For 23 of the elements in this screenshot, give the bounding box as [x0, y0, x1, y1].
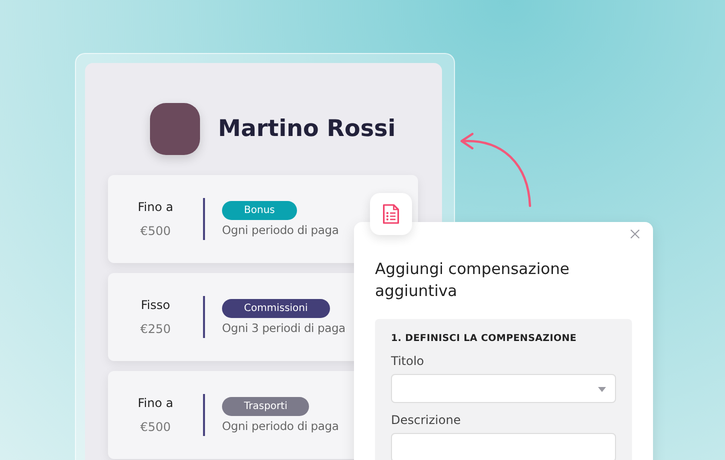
frequency-text: Ogni periodo di paga: [222, 223, 339, 237]
caret-icon: [598, 387, 606, 392]
amount-text: €500: [140, 224, 171, 238]
category-tag: Commissioni: [222, 299, 330, 318]
frequency-text: Ogni periodo di paga: [222, 419, 339, 433]
condition-label: Fino a: [138, 396, 174, 410]
employee-name: Martino Rossi: [218, 116, 396, 142]
condition-label: Fisso: [140, 298, 170, 312]
document-list-icon: [382, 203, 400, 225]
dropdown-field[interactable]: [391, 374, 616, 403]
input-field[interactable]: [391, 433, 616, 460]
field-label: Titolo: [391, 354, 426, 368]
amount-text: €500: [140, 420, 171, 434]
field-label: Descrizione: [391, 413, 462, 427]
condition-label: Fino a: [138, 200, 174, 214]
category-tag: Trasporti: [222, 397, 310, 416]
dialog-title: Aggiungi compensazione aggiuntiva: [375, 259, 570, 302]
close-icon[interactable]: [630, 229, 640, 239]
frequency-text: Ogni 3 periodi di paga: [222, 321, 346, 335]
category-tag: Bonus: [222, 201, 297, 220]
section-heading: 1. DEFINISCI LA COMPENSAZIONE: [391, 333, 578, 344]
photo-placeholder: [150, 103, 200, 155]
amount-text: €250: [140, 322, 171, 336]
